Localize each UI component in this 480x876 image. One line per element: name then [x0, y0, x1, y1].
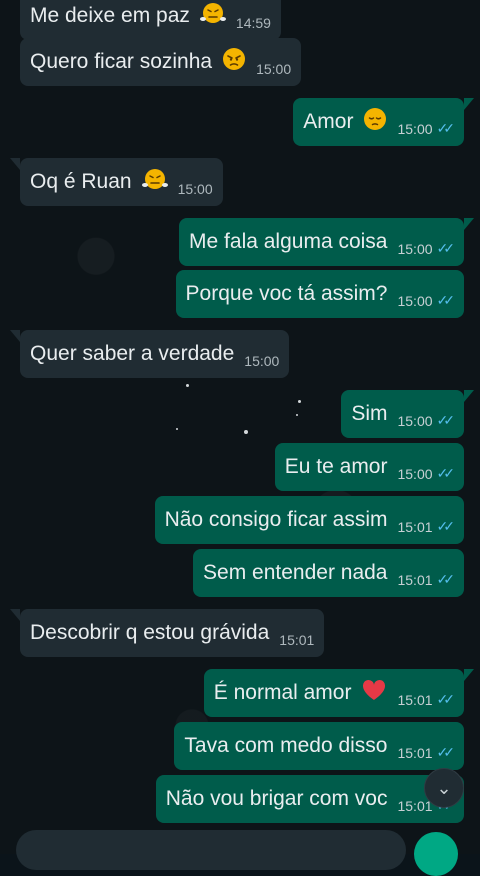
message-time: 15:00: [177, 181, 213, 197]
message-time: 15:00: [397, 240, 433, 257]
double-check-icon: ✓✓: [436, 518, 456, 534]
outgoing-message[interactable]: Não consigo ficar assim 15:01 ✓✓: [154, 496, 464, 544]
message-text: Porque voc tá assim?: [185, 282, 388, 305]
message-text: Não consigo ficar assim: [164, 508, 388, 531]
outgoing-message[interactable]: Eu te amor 15:00 ✓✓: [274, 443, 464, 491]
scroll-down-button[interactable]: ⌄: [424, 768, 464, 808]
message-input[interactable]: [16, 830, 406, 870]
message-time: 15:01: [397, 571, 433, 588]
message-meta: 15:00 ✓✓: [397, 465, 456, 482]
double-check-icon: ✓✓: [436, 691, 456, 707]
message-text: Descobrir q estou grávida: [30, 621, 270, 644]
message-meta: 15:00: [256, 61, 291, 77]
message-meta: 15:01✓✓: [397, 571, 456, 588]
message-text: Oq é Ruan: [30, 170, 132, 193]
message-time: 15:00: [244, 353, 280, 369]
message-text: É normal amor: [213, 681, 352, 704]
message-text: Me fala alguma coisa: [189, 230, 388, 253]
double-check-icon: ✓✓: [436, 571, 456, 587]
incoming-message[interactable]: Descobrir q estou grávida 15:01: [9, 609, 325, 657]
incoming-message[interactable]: Quero ficar sozinha 15:00: [20, 38, 302, 86]
message-meta: 14:59: [236, 15, 271, 31]
message-text: Quer saber a verdade: [30, 342, 235, 365]
message-text: Me deixe em paz: [30, 4, 190, 27]
message-text: Quero ficar sozinha: [30, 50, 213, 73]
double-check-icon: ✓✓: [436, 120, 456, 136]
message-meta: 15:01✓✓: [397, 518, 456, 535]
message-meta: 15:00 ✓✓: [397, 292, 456, 309]
message-meta: 15:00 ✓✓: [397, 120, 456, 137]
message-time: 15:01: [279, 632, 315, 648]
message-meta: 15:00 ✓✓: [397, 240, 456, 257]
incoming-message[interactable]: Oq é Ruan 15:00: [10, 158, 223, 206]
double-check-icon: ✓✓: [436, 292, 456, 308]
pensive-emoji-icon: [363, 107, 387, 137]
sparkle: [176, 428, 178, 430]
outgoing-message[interactable]: Me fala alguma coisa 15:00 ✓✓: [179, 218, 474, 266]
message-time: 15:01: [397, 518, 433, 535]
sparkle: [244, 430, 248, 434]
outgoing-message[interactable]: Amor 15:00 ✓✓: [293, 98, 474, 146]
double-check-icon: ✓✓: [436, 412, 456, 428]
outgoing-message[interactable]: Porque voc tá assim? 15:00 ✓✓: [175, 270, 464, 318]
outgoing-message[interactable]: Não vou brigar com voc15:01✓✓: [155, 775, 464, 823]
message-meta: 15:01✓✓: [397, 744, 456, 761]
angry-steam-emoji-icon: [199, 1, 226, 31]
angry-emoji-icon: [222, 47, 246, 77]
message-time: 14:59: [235, 15, 271, 31]
sparkle: [296, 414, 298, 416]
message-meta: 15:01✓✓: [397, 691, 456, 708]
message-meta: 15:00: [244, 353, 279, 369]
message-time: 15:01: [397, 744, 433, 761]
message-text: Não vou brigar com voc: [165, 787, 388, 810]
message-text: Tava com medo disso: [184, 734, 388, 757]
message-time: 15:00: [397, 292, 433, 309]
message-time: 15:00: [397, 465, 433, 482]
message-meta: 15:00: [178, 181, 213, 197]
message-time: 15:00: [397, 412, 433, 429]
heart-emoji-icon: [361, 678, 387, 708]
double-check-icon: ✓✓: [436, 744, 456, 760]
chevron-down-icon: ⌄: [436, 777, 452, 798]
sparkle: [298, 400, 301, 403]
incoming-message[interactable]: Me deixe em paz 14:59: [20, 0, 281, 40]
message-text: Amor: [303, 110, 354, 133]
message-meta: 15:01: [279, 632, 314, 648]
outgoing-message[interactable]: É normal amor 15:01 ✓✓: [203, 669, 475, 717]
message-time: 15:00: [397, 120, 433, 137]
outgoing-message[interactable]: Tava com medo disso 15:01 ✓✓: [174, 722, 464, 770]
message-text: Eu te amor: [284, 455, 388, 478]
outgoing-message[interactable]: Sem entender nada 15:01 ✓✓: [193, 549, 464, 597]
message-meta: 15:00 ✓✓: [397, 412, 456, 429]
message-time: 15:00: [256, 61, 292, 77]
double-check-icon: ✓✓: [436, 465, 456, 481]
incoming-message[interactable]: Quer saber a verdade 15:00: [9, 330, 290, 378]
sparkle: [186, 384, 189, 387]
mic-button[interactable]: [414, 832, 458, 876]
outgoing-message[interactable]: Sim 15:00 ✓✓: [341, 390, 474, 438]
angry-steam-emoji-icon: [141, 167, 168, 197]
message-time: 15:01: [397, 691, 433, 708]
message-text: Sem entender nada: [203, 561, 388, 584]
message-text: Sim: [351, 402, 388, 425]
double-check-icon: ✓✓: [436, 240, 456, 256]
